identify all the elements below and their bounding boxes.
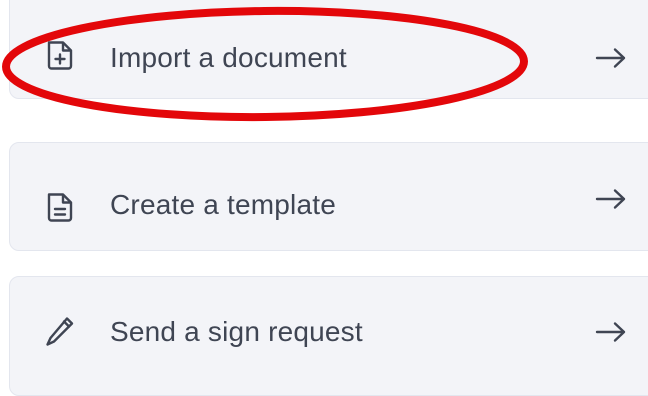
arrow-right-icon — [595, 189, 626, 209]
import-document-label: Import a document — [110, 42, 347, 73]
create-template-button[interactable]: Create a template — [9, 142, 648, 251]
action-list: Import a document Create a template Send… — [0, 0, 648, 396]
arrow-right-icon — [595, 322, 626, 342]
arrow-right-icon — [595, 48, 626, 68]
file-text-icon — [47, 193, 73, 222]
create-template-label: Create a template — [110, 189, 336, 220]
file-plus-icon — [47, 41, 73, 70]
import-document-button[interactable]: Import a document — [9, 0, 648, 99]
send-sign-request-button[interactable]: Send a sign request — [9, 276, 648, 396]
send-sign-request-label: Send a sign request — [110, 316, 363, 347]
pencil-icon — [46, 317, 74, 346]
